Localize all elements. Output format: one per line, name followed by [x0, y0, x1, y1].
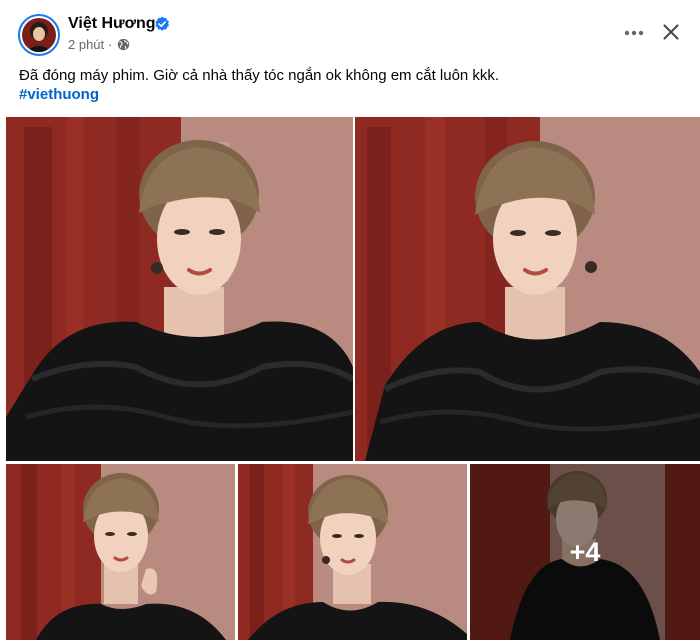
globe-icon [117, 38, 129, 51]
close-button[interactable] [654, 15, 688, 49]
post-time[interactable]: 2 phút [68, 37, 104, 52]
close-icon [663, 24, 679, 40]
remaining-photos-count: +4 [569, 536, 601, 567]
avatar[interactable] [18, 14, 60, 56]
photo-3[interactable] [6, 464, 235, 640]
more-photos-overlay[interactable]: +4 [470, 464, 700, 640]
post-header: Việt Hương 2 phút · [0, 0, 700, 62]
author-name[interactable]: Việt Hương [68, 15, 156, 33]
post-caption: Đã đóng máy phim. Giờ cả nhà thấy tóc ng… [19, 67, 500, 84]
hashtag-link[interactable]: #viethuong [19, 86, 99, 103]
photo-4[interactable] [238, 464, 467, 640]
more-options-button[interactable] [616, 18, 652, 48]
photo-1[interactable] [6, 117, 353, 461]
verified-badge-icon [155, 16, 169, 31]
portrait-image [238, 464, 467, 640]
portrait-image [6, 464, 235, 640]
meta-separator: · [108, 37, 113, 52]
photo-2[interactable] [355, 117, 700, 461]
more-horizontal-icon [624, 30, 644, 36]
portrait-image [6, 117, 353, 461]
photo-5-more[interactable]: +4 [470, 464, 700, 640]
post-meta: 2 phút · [68, 37, 130, 52]
portrait-image [355, 117, 700, 461]
avatar-image [22, 18, 56, 52]
